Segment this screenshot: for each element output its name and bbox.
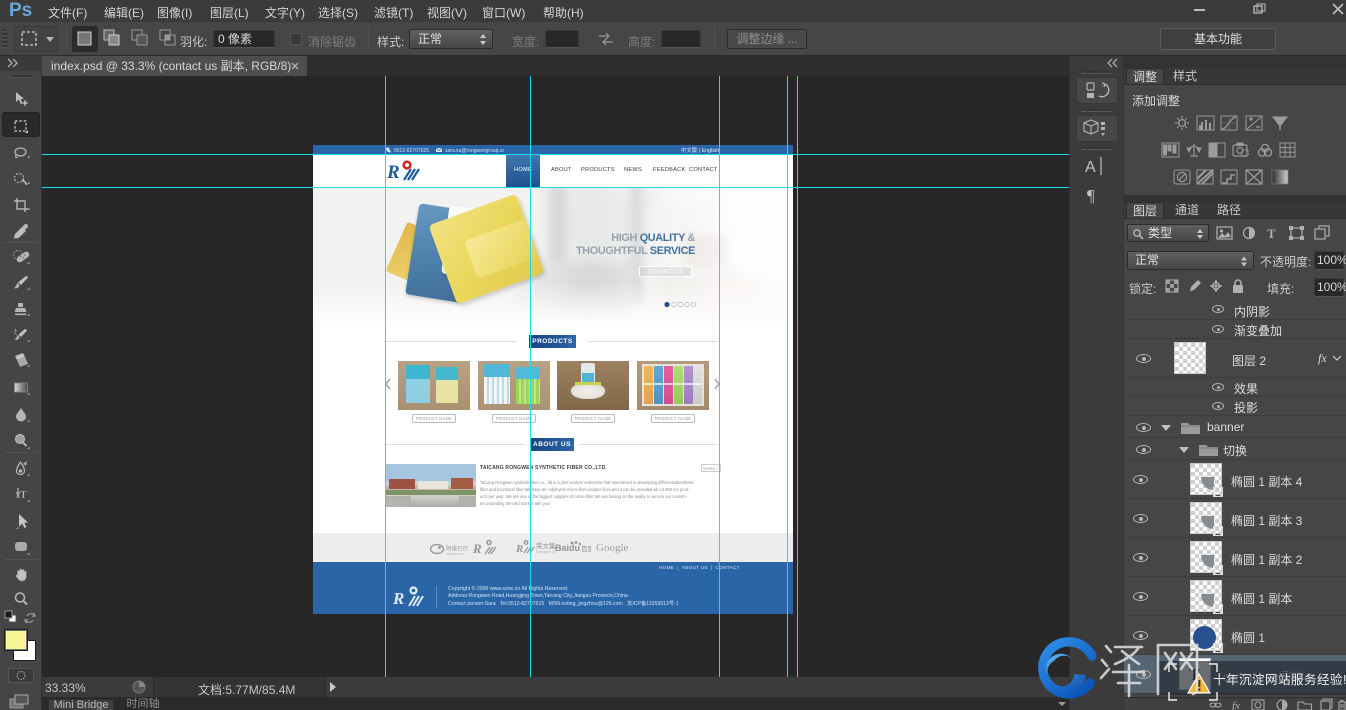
svg-text:A: A	[1085, 159, 1096, 176]
svg-text:T: T	[20, 489, 27, 501]
svg-text:T: T	[1267, 226, 1276, 241]
svg-text:R: R	[516, 543, 523, 555]
svg-text:¶: ¶	[1087, 186, 1095, 205]
svg-text:R: R	[387, 162, 400, 183]
svg-text:Baidu: Baidu	[555, 543, 580, 553]
svg-text:R: R	[393, 589, 404, 608]
svg-text:fx: fx	[1232, 700, 1240, 710]
svg-text:Alibaba.com: Alibaba.com	[446, 552, 464, 556]
svg-text:Google: Google	[596, 542, 629, 554]
svg-text:百度: 百度	[581, 544, 591, 553]
svg-text:荣文集团: 荣文集团	[536, 541, 556, 550]
svg-text:中文版 | English: 中文版 | English	[681, 146, 719, 154]
svg-text:R: R	[473, 541, 482, 556]
svg-text:Rongwen Group: Rongwen Group	[536, 550, 556, 554]
